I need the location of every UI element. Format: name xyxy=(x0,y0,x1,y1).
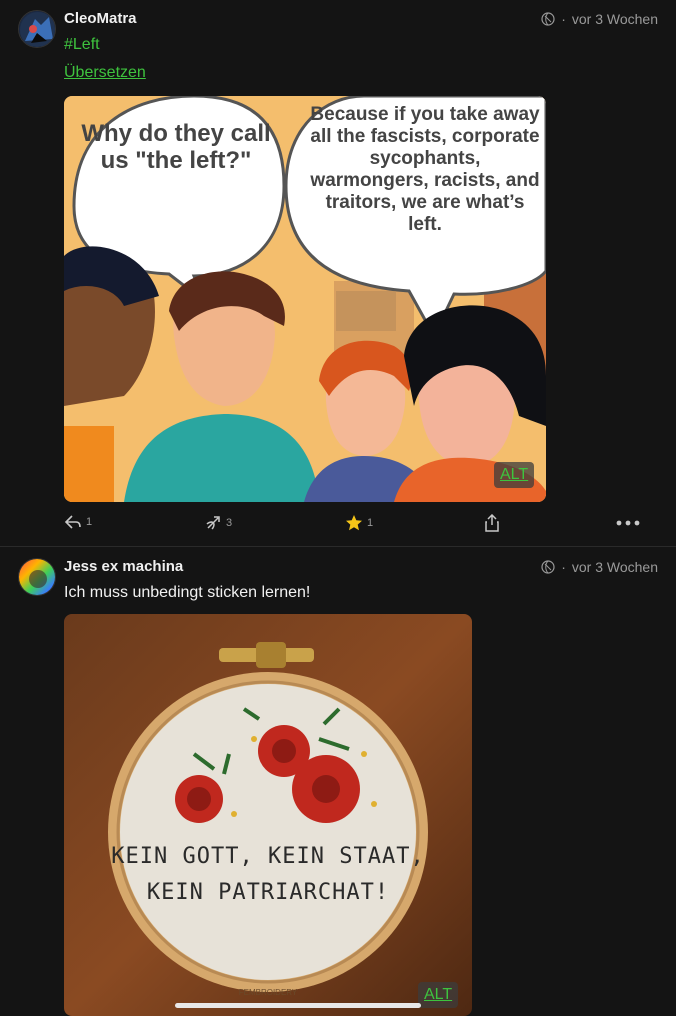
avatar[interactable] xyxy=(18,10,56,48)
timeline-feed: CleoMatra · vor 3 Wochen #Left Übersetze… xyxy=(0,0,676,1016)
reply-count: 1 xyxy=(86,516,93,528)
post-image[interactable]: Why do they call us "the left?" Because … xyxy=(64,96,546,502)
share-button[interactable] xyxy=(484,514,500,532)
boost-button[interactable]: 3 xyxy=(204,514,232,532)
share-icon xyxy=(485,514,499,532)
reply-icon xyxy=(64,515,81,529)
boost-icon xyxy=(206,516,220,530)
speech-bubble-right: Because if you take away all the fascist… xyxy=(310,104,540,235)
hashtag-link[interactable]: #Left xyxy=(64,36,100,54)
home-indicator[interactable] xyxy=(175,1003,421,1008)
globe-icon xyxy=(541,560,555,574)
post-meta: · vor 3 Wochen xyxy=(541,559,658,575)
post-meta: · vor 3 Wochen xyxy=(541,11,658,27)
author-name[interactable]: Jess ex machina xyxy=(64,558,183,575)
reply-button[interactable]: 1 xyxy=(64,514,92,530)
speech-bubble-left: Why do they call us "the left?" xyxy=(81,120,271,174)
dot-separator: · xyxy=(561,559,566,575)
embroidery-line-2: KEIN PATRIARCHAT! xyxy=(146,880,390,905)
post-actions: 1 3 1 xyxy=(0,514,676,540)
post-image[interactable]: KEIN GOTT, KEIN STAAT, KEIN PATRIARCHAT!… xyxy=(64,614,472,1016)
alt-badge[interactable]: ALT xyxy=(494,462,535,488)
embroidery-line-1: KEIN GOTT, KEIN STAAT, xyxy=(111,844,425,869)
status-post[interactable]: CleoMatra · vor 3 Wochen #Left Übersetze… xyxy=(0,0,676,547)
timestamp[interactable]: vor 3 Wochen xyxy=(572,11,658,27)
post-text: Ich muss unbedingt sticken lernen! xyxy=(64,584,311,601)
more-icon xyxy=(616,520,640,526)
globe-icon xyxy=(541,12,555,26)
more-button[interactable] xyxy=(616,520,640,526)
timestamp[interactable]: vor 3 Wochen xyxy=(572,559,658,575)
star-icon xyxy=(346,515,362,531)
dot-separator: · xyxy=(561,11,566,27)
watermark: FEMBROIDERY xyxy=(238,988,298,997)
fav-count: 1 xyxy=(367,517,374,529)
boost-count: 3 xyxy=(226,517,233,529)
author-name[interactable]: CleoMatra xyxy=(64,10,137,27)
avatar[interactable] xyxy=(18,558,56,596)
favourite-button[interactable]: 1 xyxy=(345,514,373,532)
alt-badge[interactable]: ALT xyxy=(418,982,459,1008)
translate-link[interactable]: Übersetzen xyxy=(64,64,146,82)
